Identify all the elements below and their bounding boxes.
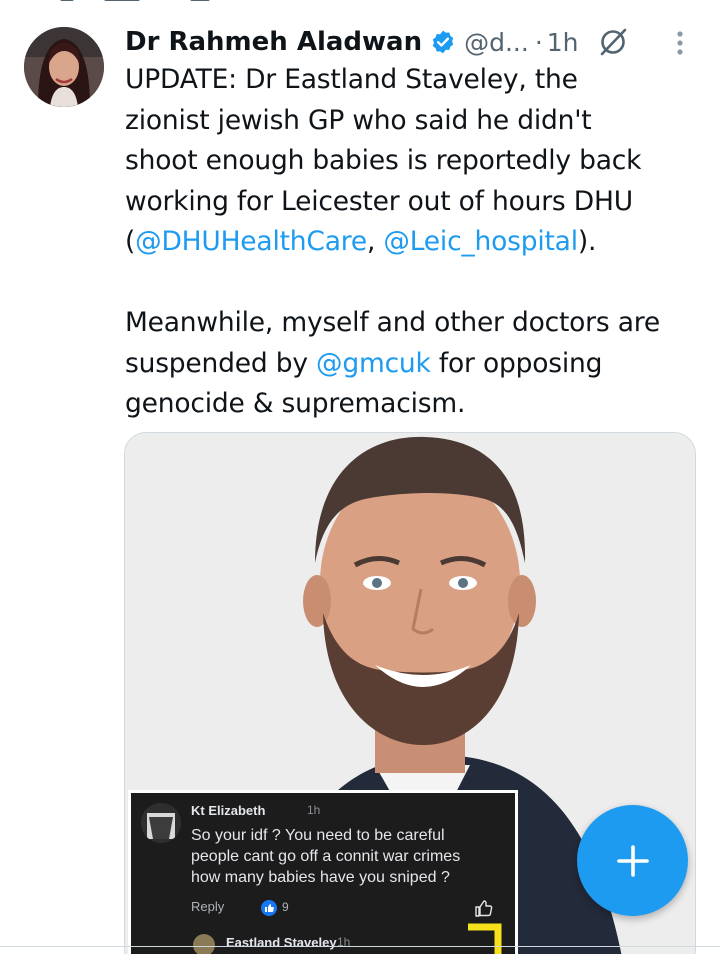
tweet-text: UPDATE: Dr Eastland Staveley, the zionis… [125,60,705,425]
separator-dot: · [534,27,543,57]
tweet-line: shoot enough babies is reportedly back [125,145,642,176]
like-badge-icon [261,900,277,916]
tweet-line: zionist jewish GP who said he didn't [125,104,592,136]
tweet-line: Meanwhile, myself and other doctors are [125,307,660,338]
like-count: 9 [282,900,289,914]
comma-separator: , [366,226,384,257]
tweet-timestamp[interactable]: 1h [547,28,579,57]
comment-line: how many babies have you sniped ? [191,869,450,886]
tweet-line-mention: suspended by @gmcuk for opposing [125,344,705,385]
tweet-line-mentions: (@DHUHealthCare, @Leic_hospital). [125,222,705,263]
author-avatar[interactable] [24,27,104,107]
commenter-name: Kt Elizabeth [191,803,266,818]
comment-line: people cant go off a connit war crimes [191,848,461,865]
plus-icon [616,844,649,877]
commenter-time: 1h [307,803,321,817]
mention-dhuhealthcare[interactable]: @DHUHealthCare [135,226,367,257]
mention-leic-hospital[interactable]: @Leic_hospital [383,226,578,257]
paragraph-break [125,263,705,304]
author-handle[interactable]: @d... [464,28,529,57]
yellow-highlight-mark [464,921,512,954]
tweet-line: UPDATE: Dr Eastland Staveley, the [125,64,578,95]
tweet-line: genocide & supremacism. [125,388,466,419]
bottom-divider [0,946,720,947]
verified-badge-icon[interactable] [430,29,456,55]
compose-button[interactable] [577,805,688,916]
embedded-comment-screenshot: Kt Elizabeth 1h So your idf ? You need t… [128,790,518,954]
comment-line: So your idf ? You need to be careful [191,827,445,844]
tweet-text-fragment: suspended by [125,347,317,379]
comment-body: So your idf ? You need to be careful peo… [191,825,511,888]
mention-gmcuk[interactable]: @gmcuk [316,348,431,379]
more-vertical-icon[interactable] [674,28,686,58]
paren-close: ). [577,226,597,257]
reply-author-avatar [193,934,215,954]
paren-open: ( [125,226,136,257]
previous-tweet-remnant [0,0,720,10]
author-name[interactable]: Dr Rahmeh Aladwan [125,27,422,57]
thumbs-up-icon [473,897,495,919]
tweet-line: working for Leicester out of hours DHU [125,185,633,217]
tweet-text-fragment: for opposing [430,347,603,379]
comment-reply-label: Reply [191,899,225,914]
grok-icon[interactable] [597,26,629,58]
commenter-avatar [141,803,181,843]
reply-author-name: Eastland Staveley [226,935,337,950]
